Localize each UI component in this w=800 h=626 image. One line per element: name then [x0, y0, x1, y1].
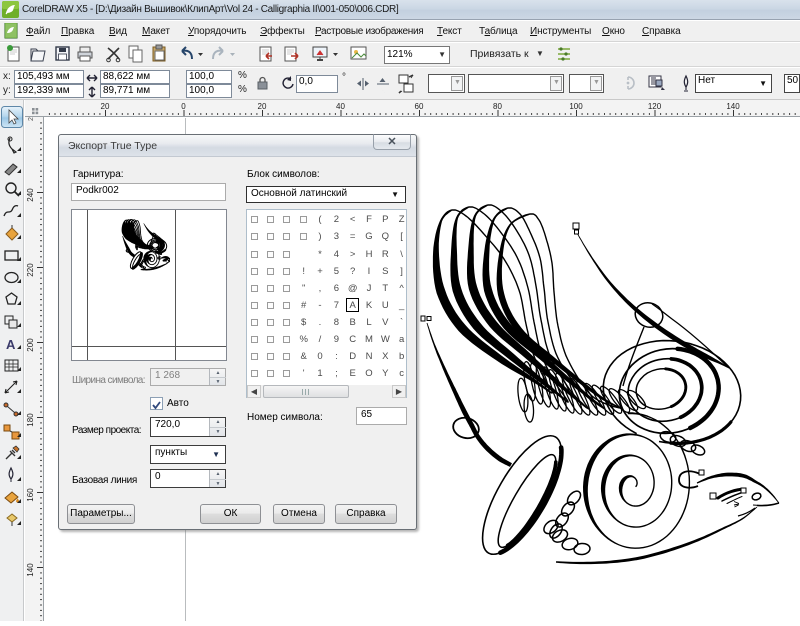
svg-text:2: 2	[28, 117, 35, 121]
svg-text:A: A	[6, 337, 16, 352]
svg-text:0: 0	[181, 102, 186, 111]
svg-text:220: 220	[26, 263, 35, 277]
svg-text:80: 80	[493, 102, 502, 111]
svg-text:140: 140	[726, 102, 740, 111]
svg-text:120: 120	[648, 102, 662, 111]
svg-text:140: 140	[26, 563, 35, 577]
svg-text:20: 20	[258, 102, 267, 111]
svg-text:20: 20	[101, 102, 110, 111]
svg-text:200: 200	[26, 338, 35, 352]
svg-text:180: 180	[26, 413, 35, 427]
svg-text:100: 100	[569, 102, 583, 111]
svg-text:160: 160	[26, 488, 35, 502]
svg-text:240: 240	[26, 188, 35, 202]
svg-text:40: 40	[336, 102, 345, 111]
svg-text:60: 60	[415, 102, 424, 111]
